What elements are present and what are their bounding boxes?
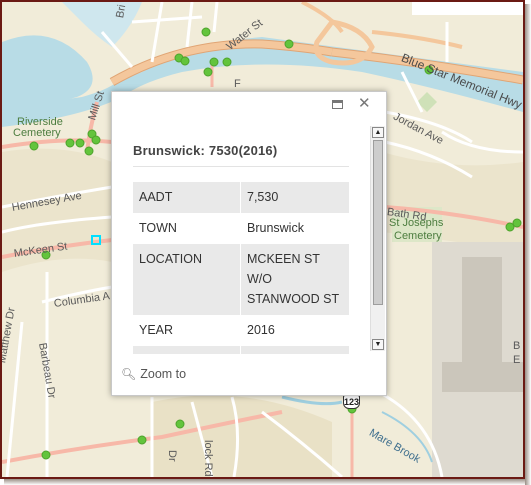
road-label: Cemetery <box>394 230 442 242</box>
count-point[interactable] <box>203 67 213 77</box>
selected-feature-marker[interactable] <box>91 235 101 245</box>
attribute-value: MCKEEN ST W/O STANWOOD ST <box>240 244 349 315</box>
count-point[interactable] <box>137 435 147 445</box>
zoom-to-label: Zoom to <box>140 367 187 381</box>
count-point[interactable] <box>29 141 39 151</box>
count-point[interactable] <box>91 135 101 145</box>
attribute-value: 0.89 <box>240 346 349 354</box>
count-point[interactable] <box>284 39 294 49</box>
runway <box>442 362 523 392</box>
attribute-value: Brunswick <box>240 213 349 244</box>
feature-popup: ✕ Brunswick: 7530(2016) AADT 7,530 TOWN Bru… <box>111 91 387 396</box>
attribute-row: LOCATION MCKEEN ST W/O STANWOOD ST <box>133 244 349 315</box>
count-point[interactable] <box>209 57 219 67</box>
map-corner-overlay <box>412 2 523 15</box>
road-label: lock Rd <box>202 440 214 477</box>
popup-scrollbar[interactable]: ▲ ▼ <box>370 126 385 351</box>
attribute-key: FACTOR <box>133 346 241 354</box>
road-label: Cemetery <box>13 127 61 139</box>
count-point[interactable] <box>75 138 85 148</box>
road-label: St Josephs <box>389 217 444 229</box>
count-point[interactable] <box>175 419 185 429</box>
road-label: Dr <box>166 450 178 462</box>
count-point[interactable] <box>65 138 75 148</box>
attribute-key: LOCATION <box>133 244 241 315</box>
attribute-key: AADT <box>133 182 241 213</box>
popup-footer: 🔍︎ Zoom to <box>112 354 386 394</box>
road-label: E <box>513 354 521 366</box>
search-icon: 🔍︎ <box>121 367 137 381</box>
maximize-icon[interactable] <box>332 100 343 109</box>
scroll-thumb[interactable] <box>373 140 383 305</box>
route-shield: 123 <box>343 395 360 409</box>
count-point[interactable] <box>201 27 211 37</box>
attribute-key: TOWN <box>133 213 241 244</box>
zoom-to-link[interactable]: 🔍︎ Zoom to <box>121 367 186 381</box>
attribute-row: FACTOR0.89 <box>133 346 349 354</box>
count-point[interactable] <box>512 218 522 228</box>
scroll-up-button[interactable]: ▲ <box>372 127 384 138</box>
attribute-key: YEAR <box>133 315 241 346</box>
count-point[interactable] <box>222 57 232 67</box>
popup-title: Brunswick: 7530(2016) <box>133 143 278 158</box>
close-icon[interactable]: ✕ <box>358 96 371 111</box>
attribute-value: 7,530 <box>240 182 349 213</box>
popup-header: ✕ <box>112 92 386 120</box>
runway <box>462 257 502 367</box>
frame-shadow <box>4 479 531 485</box>
attribute-row: YEAR 2016 <box>133 315 349 346</box>
count-point[interactable] <box>84 146 94 156</box>
attribute-table: AADT 7,530 TOWN Brunswick LOCATION MCKEEN ST … <box>133 182 349 354</box>
road-label: F <box>234 78 241 90</box>
scroll-down-button[interactable]: ▼ <box>372 339 384 350</box>
attribute-row: AADT 7,530 <box>133 182 349 213</box>
count-point[interactable] <box>180 56 190 66</box>
popup-body: Brunswick: 7530(2016) AADT 7,530 TOWN Bruns… <box>112 120 386 354</box>
road-label: B <box>513 340 521 352</box>
attribute-value: 2016 <box>240 315 349 346</box>
frame-shadow <box>525 4 531 485</box>
count-point[interactable] <box>41 450 51 460</box>
title-divider <box>133 166 349 167</box>
road-label: Bri <box>114 3 129 20</box>
attribute-row: TOWN Brunswick <box>133 213 349 244</box>
map-frame: Bri Water St Mill St Blue Star Memorial … <box>0 0 525 479</box>
